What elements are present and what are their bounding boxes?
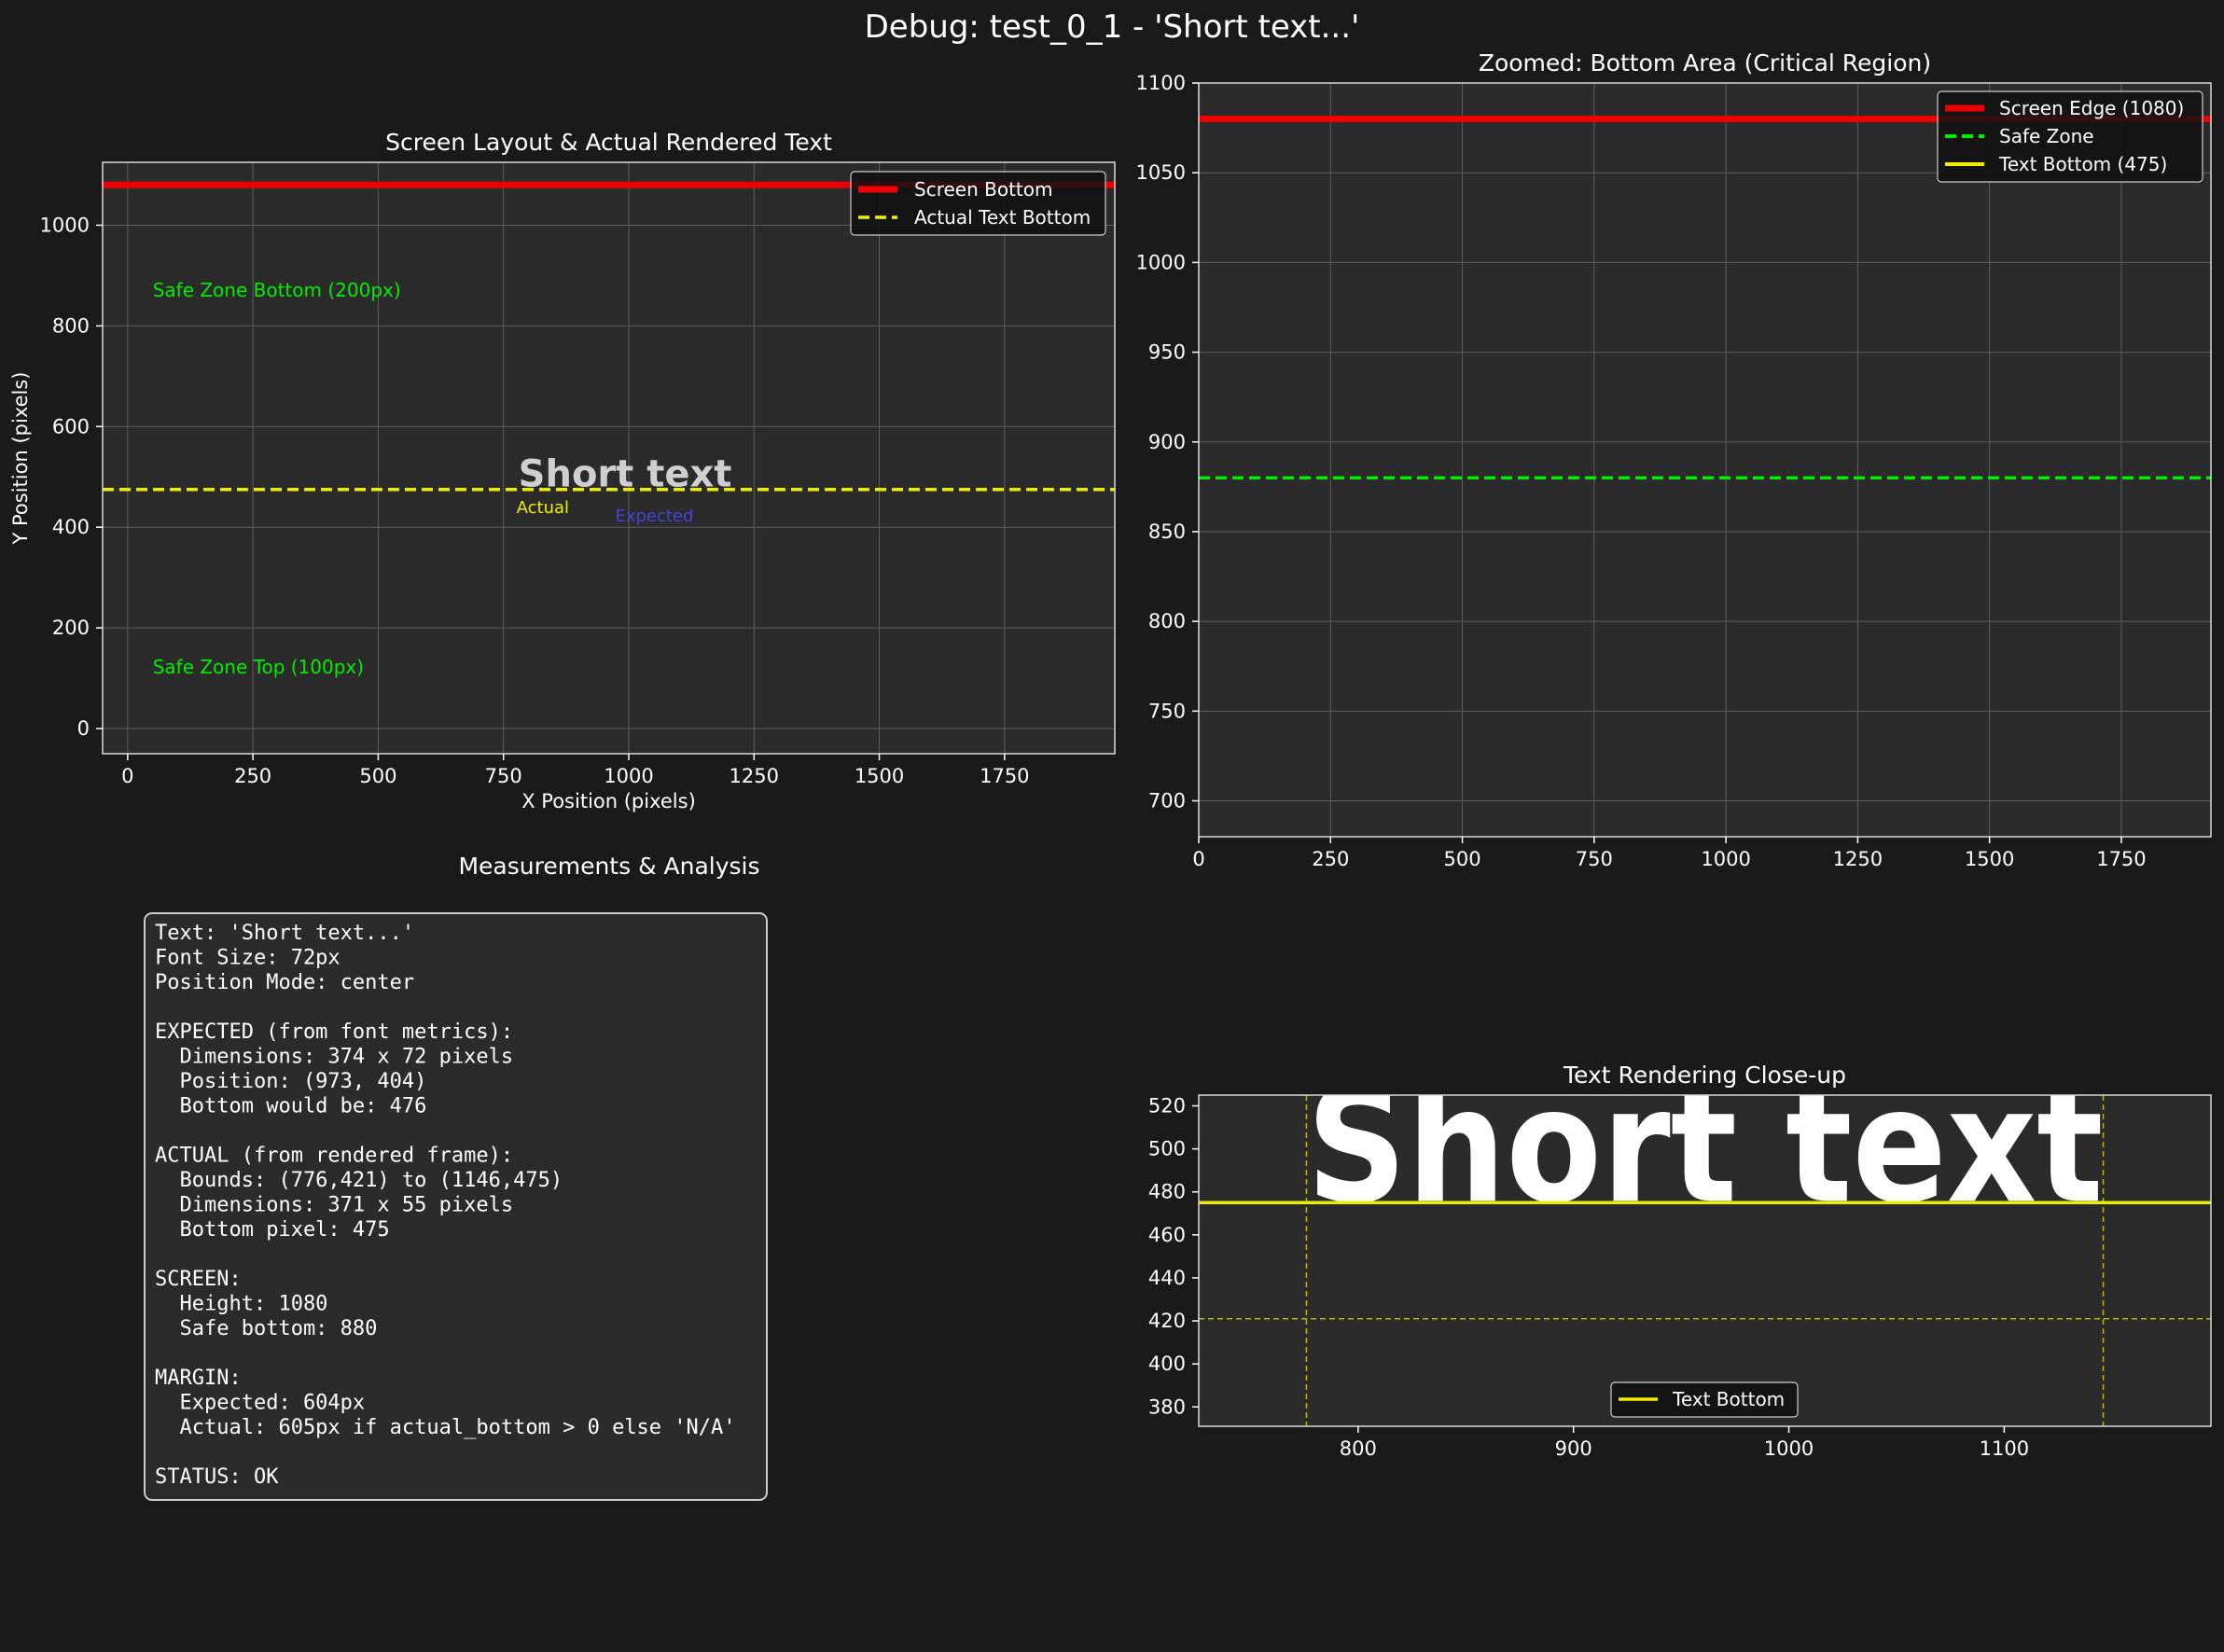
x-tick-label: 1500: [1965, 848, 2014, 870]
y-tick-label: 700: [1148, 790, 1186, 812]
y-tick-label: 400: [1148, 1353, 1186, 1375]
x-tick-label: 1000: [604, 765, 653, 787]
figure-title: Debug: test_0_1 - 'Short text...': [865, 8, 1360, 46]
x-tick-label: 250: [234, 765, 271, 787]
y-tick-label: 1100: [1136, 72, 1186, 94]
x-tick-label: 900: [1555, 1437, 1592, 1460]
analysis-line: Text: 'Short text...': [155, 922, 414, 945]
y-tick-label: 950: [1148, 341, 1186, 364]
y-tick-label: 0: [77, 717, 90, 740]
x-tick-label: 500: [359, 765, 396, 787]
x-tick-label: 1750: [2096, 848, 2146, 870]
x-tick-label: 0: [1192, 848, 1204, 870]
x-tick-label: 1100: [1980, 1437, 2029, 1460]
y-tick-label: 1000: [1136, 251, 1186, 273]
analysis-line: STATUS: OK: [155, 1465, 279, 1489]
analysis-line: Font Size: 72px: [155, 947, 341, 970]
y-tick-label: 480: [1148, 1181, 1186, 1203]
expected-label: Expected: [615, 507, 693, 526]
analysis-line: Dimensions: 374 x 72 pixels: [155, 1046, 513, 1069]
actual-label: Actual: [517, 498, 569, 518]
legend-label: Text Bottom (475): [1998, 153, 2167, 175]
analysis-line: Actual: 605px if actual_bottom > 0 else …: [155, 1416, 736, 1439]
analysis-line: EXPECTED (from font metrics):: [155, 1020, 513, 1044]
analysis-line: Safe bottom: 880: [155, 1317, 377, 1340]
y-tick-label: 800: [1148, 610, 1186, 632]
y-tick-label: 520: [1148, 1095, 1186, 1118]
analysis-line: Dimensions: 371 x 55 pixels: [155, 1194, 513, 1217]
layout-chart: Safe Zone Top (100px) Safe Zone Bottom (2…: [9, 129, 1116, 812]
y-tick-label: 500: [1148, 1138, 1186, 1160]
y-tick-label: 380: [1148, 1395, 1186, 1418]
x-tick-label: 1000: [1701, 848, 1750, 870]
x-tick-label: 250: [1312, 848, 1349, 870]
x-tick-label: 1750: [980, 765, 1029, 787]
legend-label: Safe Zone: [1999, 125, 2094, 147]
x-tick-label: 1250: [730, 765, 779, 787]
analysis-line: Position: (973, 404): [155, 1070, 426, 1093]
legend-label: Actual Text Bottom: [914, 206, 1091, 229]
analysis-line: ACTUAL (from rendered frame):: [155, 1145, 513, 1168]
analysis-line: Position Mode: center: [155, 971, 414, 994]
analysis-line: Bottom pixel: 475: [155, 1218, 390, 1242]
safe-zone-top-label: Safe Zone Top (100px): [153, 656, 364, 678]
y-tick-label: 1000: [40, 214, 90, 236]
analysis-line: MARGIN:: [155, 1367, 242, 1390]
analysis-line: Bottom would be: 476: [155, 1095, 426, 1118]
zoom-title: Zoomed: Bottom Area (Critical Region): [1479, 49, 1931, 76]
analysis-line: SCREEN:: [155, 1268, 242, 1291]
y-tick-label: 750: [1148, 700, 1186, 722]
layout-y-label: Y Position (pixels): [9, 372, 32, 546]
layout-x-label: X Position (pixels): [521, 790, 696, 812]
analysis-line: Height: 1080: [155, 1293, 327, 1316]
y-tick-label: 900: [1148, 431, 1186, 453]
y-tick-label: 600: [52, 415, 90, 437]
analysis-title: Measurements & Analysis: [458, 853, 759, 880]
x-tick-label: 1500: [855, 765, 904, 787]
y-tick-label: 460: [1148, 1224, 1186, 1246]
x-tick-label: 1250: [1833, 848, 1883, 870]
x-tick-label: 0: [121, 765, 133, 787]
x-tick-label: 500: [1444, 848, 1481, 870]
y-tick-label: 1050: [1136, 161, 1186, 184]
plot-area: [1199, 83, 2211, 837]
y-tick-label: 440: [1148, 1267, 1186, 1289]
legend-label: Text Bottom: [1672, 1388, 1785, 1410]
closeup-chart: Short text800 900 1000 11003804004204404604…: [1148, 1062, 2212, 1460]
y-tick-label: 850: [1148, 521, 1186, 543]
layout-title: Screen Layout & Actual Rendered Text: [385, 129, 832, 156]
safe-zone-bottom-label: Safe Zone Bottom (200px): [153, 279, 401, 301]
legend-label: Screen Edge (1080): [1999, 97, 2184, 119]
x-tick-label: 800: [1340, 1437, 1377, 1460]
y-tick-label: 800: [52, 314, 90, 337]
analysis-line: Bounds: (776,421) to (1146,475): [155, 1169, 563, 1192]
legend-label: Screen Bottom: [914, 178, 1052, 201]
analysis-line: Expected: 604px: [155, 1392, 365, 1415]
x-tick-label: 1000: [1764, 1437, 1814, 1460]
x-tick-label: 750: [485, 765, 522, 787]
closeup-title: Text Rendering Close-up: [1563, 1062, 1846, 1089]
y-tick-label: 400: [52, 516, 90, 538]
y-tick-label: 420: [1148, 1310, 1186, 1332]
debug-figure: Debug: test_0_1 - 'Short text...' Safe Z…: [0, 0, 2224, 1652]
y-tick-label: 200: [52, 617, 90, 639]
x-tick-label: 750: [1576, 848, 1613, 870]
